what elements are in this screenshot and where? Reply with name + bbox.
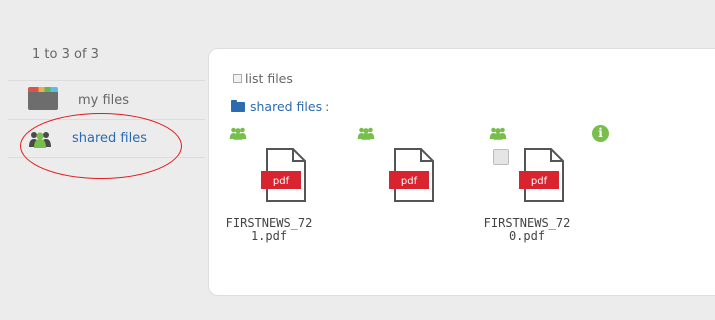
pdf-badge: pdf — [273, 176, 290, 187]
shared-users-icon — [357, 127, 375, 140]
breadcrumb: shared files : — [231, 99, 329, 114]
folder-icon — [28, 87, 58, 110]
sidebar-item-label: shared files — [72, 131, 147, 146]
file-name-line: 1.pdf — [250, 229, 288, 243]
file-name[interactable]: FIRSTNEWS_72 1.pdf — [209, 217, 329, 243]
sidebar-item-shared-files[interactable]: shared files — [8, 119, 205, 158]
shared-users-icon — [489, 127, 507, 140]
shared-users-icon — [229, 127, 247, 140]
sidebar-item-my-files[interactable]: my files — [8, 80, 205, 119]
users-icon — [29, 131, 51, 148]
breadcrumb-shared-files-link[interactable]: shared files — [250, 99, 322, 114]
sidebar: my files shared files — [8, 80, 205, 158]
pdf-badge: pdf — [401, 176, 418, 187]
info-icon[interactable]: i — [592, 125, 609, 142]
pdf-badge: pdf — [531, 176, 548, 187]
pdf-file-icon: pdf — [389, 148, 434, 202]
list-files-label: list files — [245, 71, 293, 86]
list-files-toggle[interactable]: list files — [233, 71, 293, 86]
pdf-file-icon: pdf — [519, 148, 564, 202]
file-name[interactable]: FIRSTNEWS_72 0.pdf — [467, 217, 587, 243]
file-select-checkbox[interactable] — [493, 149, 509, 165]
folder-icon — [231, 99, 245, 112]
pager-text: 1 to 3 of 3 — [32, 47, 99, 62]
pdf-file-icon: pdf — [261, 148, 306, 202]
breadcrumb-separator: : — [325, 99, 330, 114]
file-name-line: 0.pdf — [508, 229, 546, 243]
sidebar-item-label: my files — [78, 92, 130, 108]
list-files-checkbox[interactable] — [233, 74, 242, 83]
file-browser-panel: list files shared files : pdf FIRSTNEWS_… — [208, 48, 715, 296]
